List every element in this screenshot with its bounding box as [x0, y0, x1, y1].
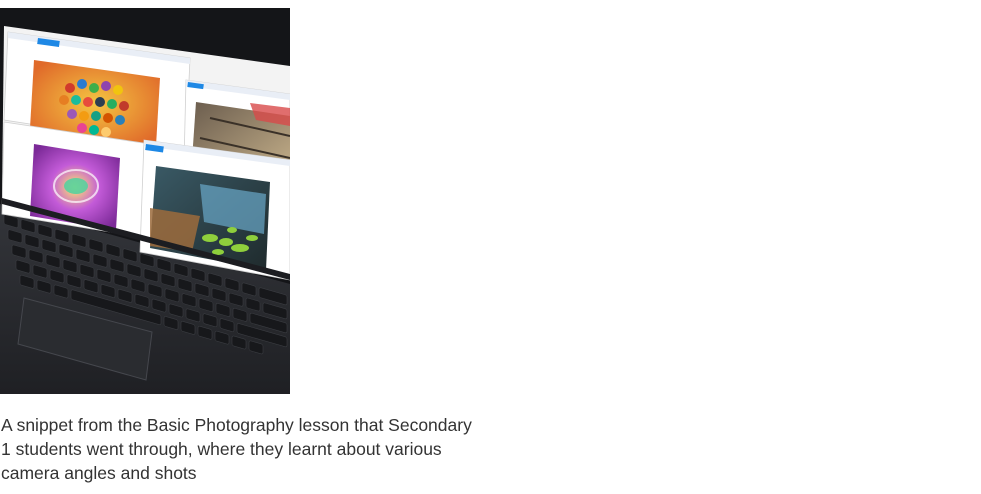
photo-caption: A snippet from the Basic Photography les… — [1, 415, 472, 483]
lesson-photo — [0, 8, 290, 394]
